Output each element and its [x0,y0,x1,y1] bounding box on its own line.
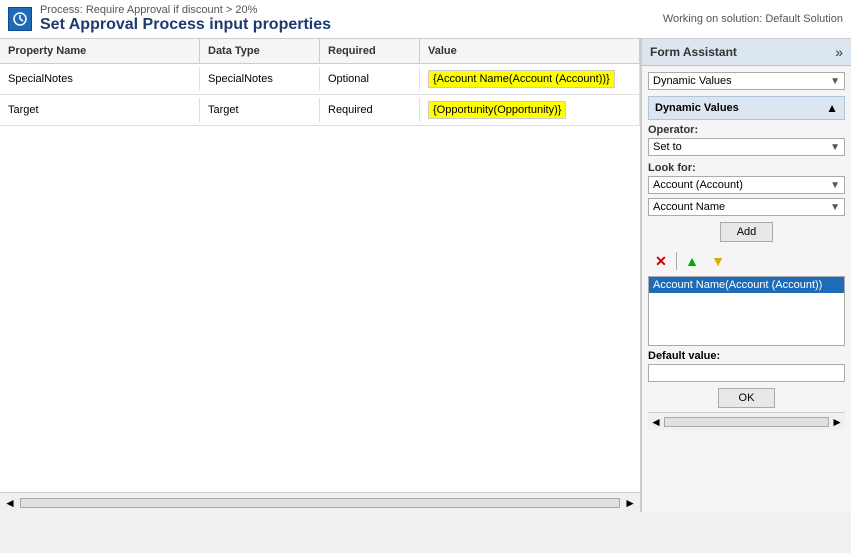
left-panel: Property Name Data Type Required Value S… [0,39,641,512]
cell-property-1: Target [0,98,200,122]
action-bar: ✕ ▲ ▼ [648,246,845,276]
cell-required-0: Optional [320,67,420,91]
table-header: Property Name Data Type Required Value [0,39,640,64]
scroll-track[interactable] [20,498,620,508]
field-value: Account Name [653,201,725,213]
header-property: Property Name [0,39,200,63]
dynamic-values-dropdown-row: Dynamic Values ▼ [648,72,845,90]
bottom-scrollbar[interactable]: ◄ ► [0,492,640,512]
working-on-label: Working on solution: Default Solution [663,13,843,25]
header-value: Value [420,39,640,63]
values-list[interactable]: Account Name(Account (Account)) [648,276,845,346]
top-bar: Process: Require Approval if discount > … [0,0,851,39]
right-scrollbar[interactable]: ◄ ► [648,412,845,430]
look-for-select[interactable]: Account (Account) ▼ [648,176,845,194]
ok-button[interactable]: OK [718,388,776,408]
add-button[interactable]: Add [720,222,774,242]
cell-property-0: SpecialNotes [0,67,200,91]
main-title: Set Approval Process input properties [40,16,331,34]
cell-value-0[interactable]: {Account Name(Account (Account))} [420,64,640,94]
cell-datatype-0: SpecialNotes [200,67,320,91]
right-panel: Form Assistant » Dynamic Values ▼ Dynami… [641,39,851,512]
process-icon [8,7,32,31]
look-for-group: Look for: Account (Account) ▼ Account Na… [648,162,845,216]
right-scroll-left-icon[interactable]: ◄ [650,415,662,429]
process-title: Process: Require Approval if discount > … [40,4,331,16]
dynamic-values-section-header: Dynamic Values ▲ [648,96,845,120]
right-scroll-track[interactable] [664,417,829,427]
table-row: SpecialNotes SpecialNotes Optional {Acco… [0,64,640,95]
dynamic-values-label: Dynamic Values [653,75,732,87]
operator-label: Operator: [648,124,845,136]
form-assistant-header: Form Assistant » [642,39,851,66]
list-item[interactable]: Account Name(Account (Account)) [649,277,844,293]
default-value-input[interactable] [648,364,845,382]
look-for-value: Account (Account) [653,179,743,191]
field-arrow-icon: ▼ [830,202,840,213]
form-assistant-title: Form Assistant [650,45,737,59]
collapse-section-btn[interactable]: ▲ [826,101,838,115]
operator-value: Set to [653,141,682,153]
operator-arrow-icon: ▼ [830,142,840,153]
cell-value-1[interactable]: {Opportunity(Opportunity)} [420,95,640,125]
cell-datatype-1: Target [200,98,320,122]
process-info: Process: Require Approval if discount > … [40,4,331,34]
header-required: Required [320,39,420,63]
field-select[interactable]: Account Name ▼ [648,198,845,216]
operator-group: Operator: Set to ▼ [648,124,845,156]
table-row: Target Target Required {Opportunity(Oppo… [0,95,640,126]
right-scroll-right-icon[interactable]: ► [831,415,843,429]
remove-item-button[interactable]: ✕ [650,250,672,272]
scroll-right-icon[interactable]: ► [624,496,636,510]
look-for-label: Look for: [648,162,845,174]
cell-required-1: Required [320,98,420,122]
dropdown-arrow-icon: ▼ [830,76,840,87]
value-tag-0[interactable]: {Account Name(Account (Account))} [428,70,615,88]
operator-select[interactable]: Set to ▼ [648,138,845,156]
value-tag-1[interactable]: {Opportunity(Opportunity)} [428,101,566,119]
content-area: Property Name Data Type Required Value S… [0,39,851,512]
separator [676,252,677,270]
form-assistant-body: Dynamic Values ▼ Dynamic Values ▲ Operat… [642,66,851,512]
move-down-button[interactable]: ▼ [707,250,729,272]
look-for-arrow-icon: ▼ [830,180,840,191]
dynamic-values-dropdown[interactable]: Dynamic Values ▼ [648,72,845,90]
scroll-left-icon[interactable]: ◄ [4,496,16,510]
move-up-button[interactable]: ▲ [681,250,703,272]
form-assistant-expand-btn[interactable]: » [835,44,843,60]
section-title: Dynamic Values [655,102,739,114]
default-value-label: Default value: [648,350,845,362]
top-bar-left: Process: Require Approval if discount > … [8,4,331,34]
header-datatype: Data Type [200,39,320,63]
